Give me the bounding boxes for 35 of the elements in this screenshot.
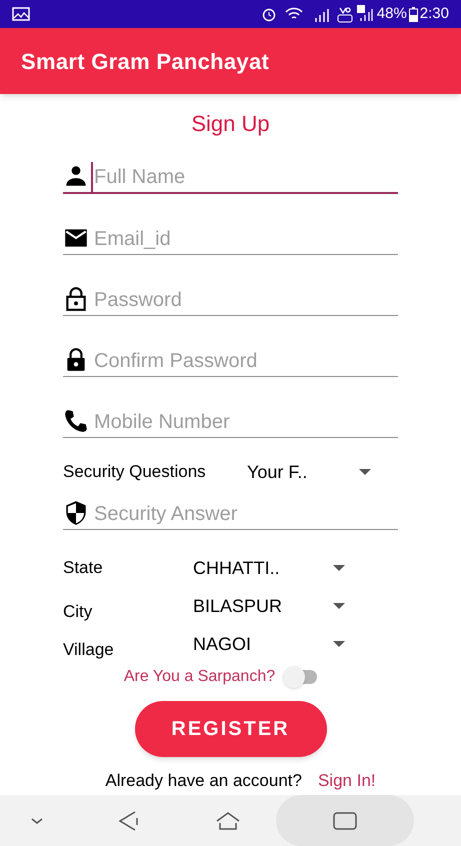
sign-in-link[interactable]: Sign In! [318, 768, 376, 794]
phone-icon [63, 408, 89, 434]
dropdown-arrow-icon [333, 602, 345, 610]
home-icon[interactable] [215, 810, 241, 832]
input-field[interactable]: Email_id [91, 224, 398, 254]
input-field[interactable]: Confirm Password [91, 346, 398, 376]
battery-icon [408, 6, 418, 22]
toggle-switch[interactable] [283, 666, 318, 688]
dropdown-arrow-icon [333, 640, 345, 648]
field-label: Village [63, 639, 115, 662]
dropdown[interactable]: CHHATTI.. [193, 554, 345, 582]
input-field[interactable]: Mobile Number [91, 407, 398, 437]
input-field[interactable]: Security Answer [91, 499, 398, 529]
dropdown-arrow-icon [333, 564, 345, 572]
dropdown[interactable]: NAGOI [193, 630, 345, 658]
dropdown-arrow-icon [359, 468, 371, 476]
dropdown[interactable]: BILASPUR [193, 592, 345, 620]
clock-time: 2:30 [420, 4, 449, 24]
image-icon [12, 7, 30, 21]
input-field[interactable]: Full Name [91, 162, 398, 192]
back-icon[interactable] [117, 810, 139, 832]
app-title: Smart Gram Panchayat [21, 48, 270, 76]
sign-in-prompt: Already have an account? [105, 770, 302, 792]
input-field[interactable]: Password [91, 285, 398, 315]
alarm-icon [260, 6, 277, 22]
register-button[interactable]: REGISTER [134, 701, 326, 757]
field-label: City [63, 601, 94, 624]
field-label: State [63, 557, 104, 580]
dropdown[interactable]: Your F.. [247, 458, 371, 486]
volte-signal-icon [336, 5, 373, 23]
recents-icon [333, 812, 357, 830]
page-heading: Sign Up [191, 110, 270, 138]
battery-percentage: 48% [376, 4, 407, 24]
field-label: Security Questions [63, 461, 207, 484]
sarpanch-label: Are You a Sarpanch? [124, 667, 276, 687]
